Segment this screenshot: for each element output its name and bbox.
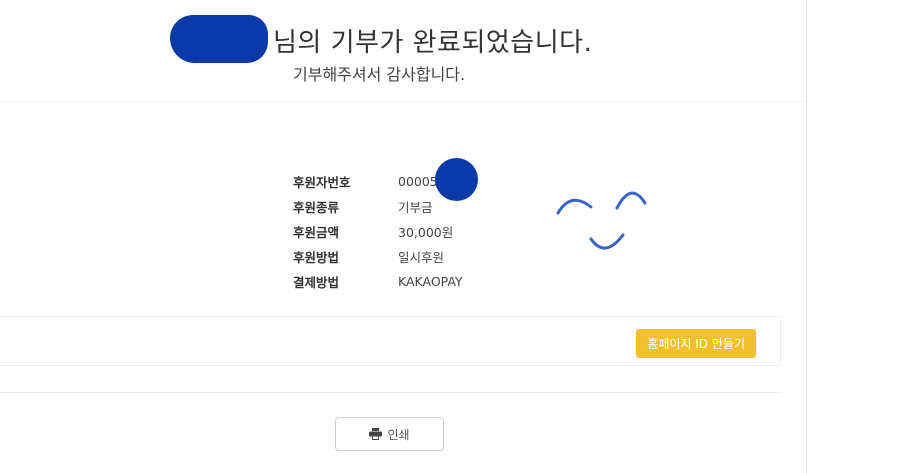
payment-method-label: 결제방법 bbox=[293, 275, 340, 290]
donation-amount-label: 후원금액 bbox=[293, 225, 340, 240]
info-row-donation-method: 후원방법 일시후원 bbox=[293, 244, 463, 269]
info-row-payment-method: 결제방법 KAKAOPAY bbox=[293, 269, 463, 294]
print-label: 인쇄 bbox=[387, 427, 410, 442]
donation-method-label: 후원방법 bbox=[293, 250, 340, 265]
donation-type-value: 기부금 bbox=[398, 200, 433, 215]
header-divider bbox=[0, 101, 806, 102]
info-row-donation-type: 후원종류 기부금 bbox=[293, 194, 463, 219]
donation-method-value: 일시후원 bbox=[398, 250, 445, 265]
smile-doodle bbox=[556, 191, 647, 250]
print-button[interactable]: 인쇄 bbox=[335, 417, 444, 451]
completion-heading: 님의 기부가 완료되었습니다. bbox=[273, 28, 593, 58]
page-right-border bbox=[806, 0, 807, 473]
info-row-donation-amount: 후원금액 30,000원 bbox=[293, 219, 463, 244]
homepage-id-promo-box: 홈페이지 ID 만들기 bbox=[0, 316, 781, 366]
donation-amount-value: 30,000원 bbox=[398, 225, 454, 240]
donor-name-redaction bbox=[170, 15, 268, 63]
thanks-subheading: 기부해주셔서 감사합니다. bbox=[293, 65, 466, 84]
payment-method-value: KAKAOPAY bbox=[398, 274, 463, 289]
printer-icon bbox=[369, 428, 383, 440]
donor-number-label: 후원자번호 bbox=[293, 175, 351, 190]
donation-type-label: 후원종류 bbox=[293, 200, 340, 215]
donor-number-value: 00005 bbox=[398, 174, 438, 189]
donor-number-redaction bbox=[435, 158, 478, 201]
create-homepage-id-button[interactable]: 홈페이지 ID 만들기 bbox=[636, 329, 756, 358]
footer-divider bbox=[0, 392, 781, 393]
